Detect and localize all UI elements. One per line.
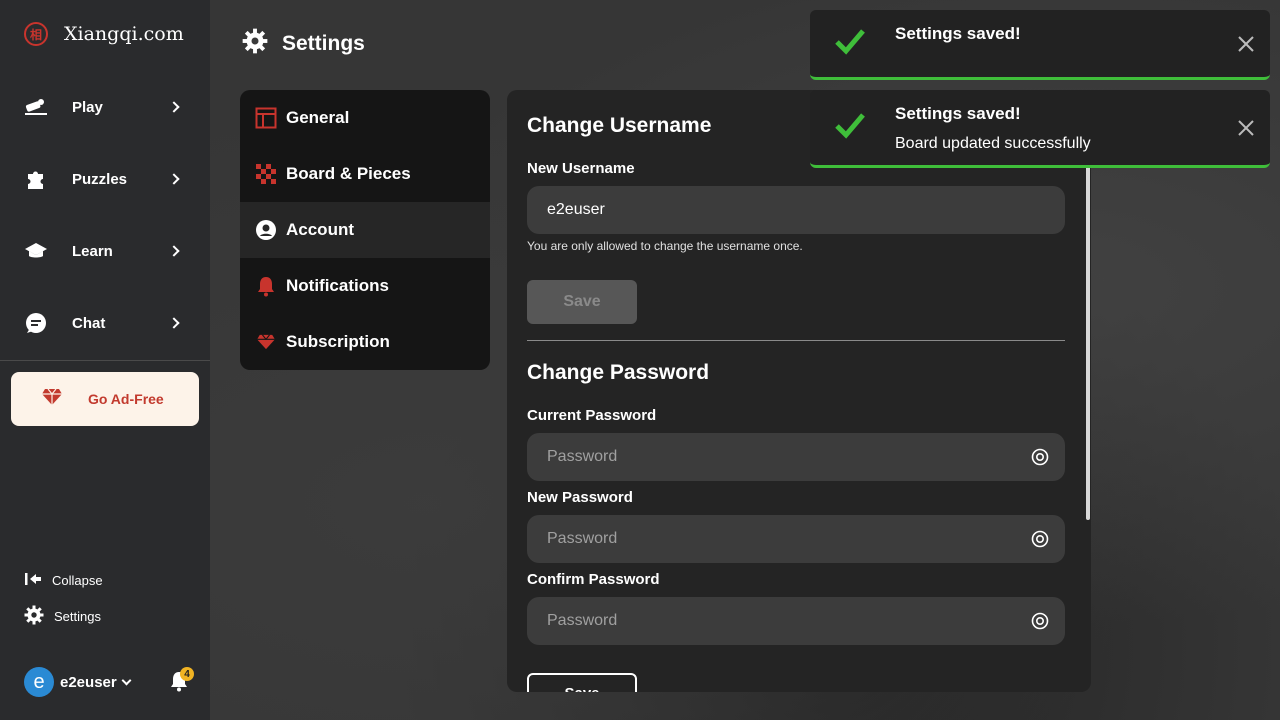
sidebar-item-chat[interactable]: Chat <box>0 295 210 351</box>
checkerboard-icon <box>255 163 277 185</box>
sidebar-item-label: Play <box>72 98 103 116</box>
settings-menu: General Board & Pieces Account Notificat… <box>240 90 490 370</box>
chevron-right-icon <box>168 245 180 257</box>
sidebar: 相 Xiangqi.com Play Puzzles Learn Chat Go… <box>0 0 210 720</box>
sidebar-item-label: Chat <box>72 314 106 332</box>
layout-icon <box>255 107 277 129</box>
sidebar-item-label: Puzzles <box>72 170 128 188</box>
user-menu[interactable]: e e2euser <box>24 667 132 697</box>
close-icon[interactable] <box>1238 120 1254 136</box>
toast-message: Board updated successfully <box>895 135 1091 152</box>
collapse-label: Collapse <box>52 573 103 588</box>
settings-menu-label: Account <box>286 220 354 239</box>
change-password-title: Change Password <box>527 361 710 384</box>
sidebar-item-play[interactable]: Play <box>0 79 210 135</box>
toast-notification: Settings saved! Board updated successful… <box>810 90 1270 168</box>
toast-notification: Settings saved! <box>810 10 1270 80</box>
sidebar-settings-label: Settings <box>54 609 101 624</box>
card-scrollbar[interactable] <box>1086 160 1090 520</box>
chevron-right-icon <box>168 101 180 113</box>
account-settings-card: Change Username New Username You are onl… <box>507 90 1091 692</box>
settings-menu-subscription[interactable]: Subscription <box>240 314 490 370</box>
chevron-right-icon <box>168 317 180 329</box>
current-password-input[interactable] <box>527 433 1065 481</box>
save-username-button[interactable]: Save <box>527 280 637 324</box>
username-hint: You are only allowed to change the usern… <box>527 239 803 253</box>
collapse-button[interactable]: Collapse <box>24 571 103 590</box>
close-icon[interactable] <box>1238 36 1254 52</box>
show-password-eye-icon[interactable] <box>1031 612 1049 630</box>
toast-title: Settings saved! <box>895 104 1021 123</box>
graduation-cap-icon <box>24 239 48 263</box>
chevron-right-icon <box>168 173 180 185</box>
save-password-button[interactable]: Save <box>527 673 637 692</box>
new-username-input[interactable] <box>527 186 1065 234</box>
settings-menu-board-pieces[interactable]: Board & Pieces <box>240 146 490 202</box>
chat-bubble-icon <box>24 311 48 335</box>
sidebar-item-label: Learn <box>72 242 113 260</box>
sidebar-item-puzzles[interactable]: Puzzles <box>0 151 210 207</box>
brand-logo[interactable]: 相 Xiangqi.com <box>24 22 184 46</box>
brand-name: Xiangqi.com <box>64 23 184 45</box>
puzzle-icon <box>24 167 48 191</box>
section-divider <box>527 340 1065 341</box>
diamond-icon <box>41 388 63 411</box>
check-icon <box>834 111 866 144</box>
settings-menu-label: General <box>286 108 350 127</box>
change-username-title: Change Username <box>527 114 712 137</box>
settings-menu-account[interactable]: Account <box>240 202 490 258</box>
confirm-password-input[interactable] <box>527 597 1065 645</box>
settings-menu-notifications[interactable]: Notifications <box>240 258 490 314</box>
play-hand-icon <box>24 95 48 119</box>
diamond-icon <box>255 331 277 353</box>
sidebar-item-learn[interactable]: Learn <box>0 223 210 279</box>
sidebar-divider <box>0 360 210 361</box>
page-header: Settings <box>242 28 365 59</box>
chevron-down-icon <box>121 675 132 685</box>
current-password-label: Current Password <box>527 407 657 424</box>
settings-menu-general[interactable]: General <box>240 90 490 146</box>
settings-menu-label: Board & Pieces <box>286 164 411 183</box>
check-icon <box>834 27 866 60</box>
sidebar-settings-button[interactable]: Settings <box>24 605 101 628</box>
show-password-eye-icon[interactable] <box>1031 448 1049 466</box>
bell-icon <box>255 275 277 297</box>
new-password-input[interactable] <box>527 515 1065 563</box>
collapse-icon <box>24 571 42 590</box>
brand-mark-icon: 相 <box>24 22 48 46</box>
gear-icon <box>24 605 44 628</box>
username-label: e2euser <box>60 673 117 691</box>
settings-menu-label: Subscription <box>286 332 390 351</box>
toast-title: Settings saved! <box>895 24 1021 43</box>
show-password-eye-icon[interactable] <box>1031 530 1049 548</box>
user-circle-icon <box>255 219 277 241</box>
new-password-label: New Password <box>527 489 633 506</box>
new-username-label: New Username <box>527 160 635 177</box>
gear-icon <box>242 28 268 59</box>
go-ad-free-label: Go Ad-Free <box>88 391 164 407</box>
notification-count-badge: 4 <box>180 667 194 681</box>
avatar: e <box>24 667 54 697</box>
settings-menu-label: Notifications <box>286 276 389 295</box>
confirm-password-label: Confirm Password <box>527 571 660 588</box>
page-title: Settings <box>282 31 365 55</box>
go-ad-free-button[interactable]: Go Ad-Free <box>11 372 199 426</box>
